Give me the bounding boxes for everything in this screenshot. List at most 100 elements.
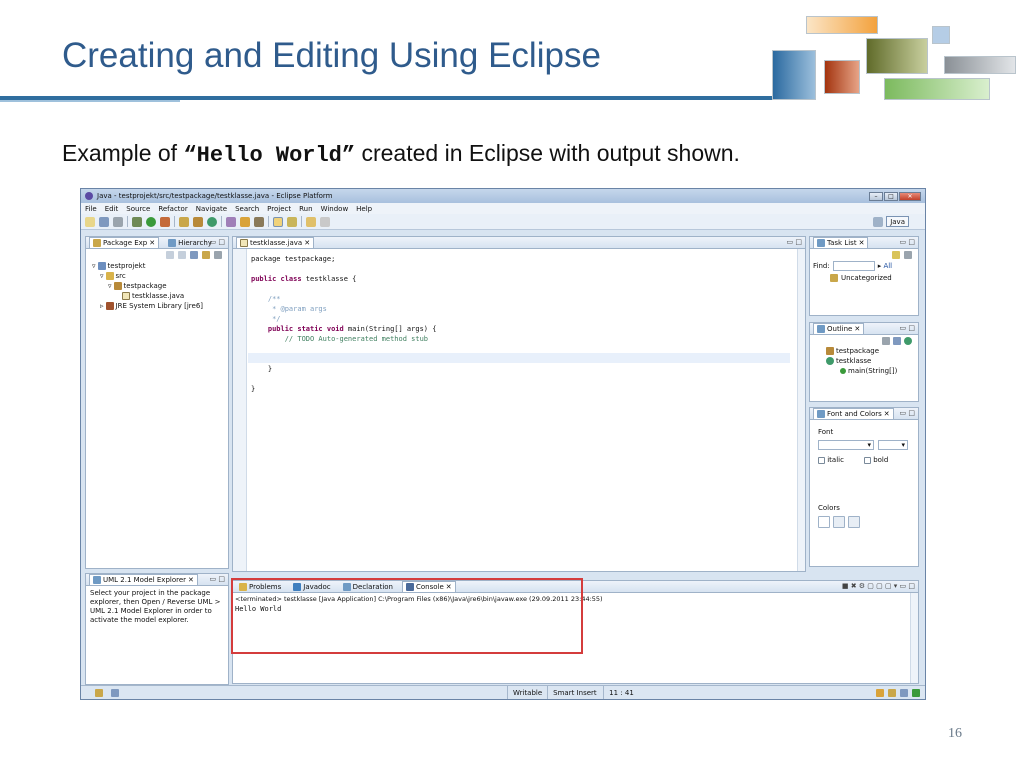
new-class-icon[interactable]: [207, 216, 217, 227]
menu-window[interactable]: Window: [321, 205, 349, 213]
close-button[interactable]: ✕: [899, 191, 921, 201]
menu-search[interactable]: Search: [235, 205, 259, 213]
open-type-icon[interactable]: [226, 216, 236, 227]
view-controls[interactable]: ▭ □: [900, 238, 915, 246]
all-button[interactable]: ▸ All: [878, 262, 892, 270]
view-menu-icon[interactable]: [214, 251, 222, 259]
forward-icon[interactable]: [178, 251, 186, 259]
find-input[interactable]: [832, 261, 875, 271]
uncategorized-row[interactable]: Uncategorized: [810, 271, 918, 285]
menu-help[interactable]: Help: [356, 205, 372, 213]
line-color-icon[interactable]: [848, 516, 860, 528]
search-icon[interactable]: [240, 216, 250, 227]
run-icon[interactable]: [146, 216, 156, 227]
outline-item[interactable]: testpackage: [826, 346, 918, 356]
java-perspective-button[interactable]: Java: [886, 216, 909, 227]
menu-source[interactable]: Source: [126, 205, 150, 213]
hide-static-icon[interactable]: [904, 336, 912, 345]
minimize-button[interactable]: –: [869, 191, 883, 201]
notification-icon[interactable]: [900, 688, 908, 697]
tab-outline[interactable]: Outline ✕: [813, 323, 865, 334]
fill-color-icon[interactable]: [833, 516, 845, 528]
maximize-button[interactable]: □: [884, 191, 898, 201]
code-area[interactable]: package testpackage; public class testkla…: [251, 254, 436, 394]
menu-project[interactable]: Project: [267, 205, 291, 213]
code-line[interactable]: public static void main(String[] args) {: [251, 324, 437, 334]
code-line[interactable]: // TODO Auto-generated method stub: [251, 334, 436, 344]
debug-icon[interactable]: [132, 216, 142, 227]
collapse-all-icon[interactable]: [190, 251, 198, 259]
code-line[interactable]: */: [251, 314, 436, 324]
outline-item[interactable]: main(String[]): [826, 366, 918, 376]
tab-hierarchy[interactable]: Hierarchy: [165, 237, 215, 248]
back-icon[interactable]: [166, 251, 174, 259]
code-line[interactable]: }: [251, 384, 436, 394]
tree-item[interactable]: ▿ testprojekt: [92, 261, 228, 271]
tab-font-colors-label: Font and Colors: [827, 410, 882, 418]
color-swatch[interactable]: [818, 516, 830, 528]
console-toolbar[interactable]: ■ ✖ ⚙ ▢ ▢ ▢ ▾ ▭ □: [842, 582, 915, 590]
external-tools-icon[interactable]: [160, 216, 170, 227]
code-line[interactable]: [251, 374, 436, 384]
code-line[interactable]: [251, 284, 436, 294]
view-controls[interactable]: ▭ □: [900, 409, 915, 417]
pen-icon[interactable]: [254, 216, 264, 227]
open-perspective-icon[interactable]: [873, 216, 884, 227]
tab-uml-explorer[interactable]: UML 2.1 Model Explorer ✕: [89, 574, 198, 585]
tab-package-explorer[interactable]: Package Exp ✕: [89, 237, 160, 248]
code-line[interactable]: public class testklasse {: [251, 274, 436, 284]
font-family-select[interactable]: ▾: [818, 440, 874, 450]
link-editor-icon[interactable]: [202, 251, 210, 259]
view-controls[interactable]: ▭ □: [787, 238, 802, 246]
sort-icon[interactable]: [882, 336, 890, 345]
update-icon[interactable]: [912, 688, 920, 697]
tree-item-label: src: [115, 272, 126, 280]
menu-navigate[interactable]: Navigate: [196, 205, 227, 213]
forward-icon[interactable]: [320, 216, 330, 227]
progress-icon[interactable]: [876, 688, 884, 697]
hide-fields-icon[interactable]: [893, 336, 901, 345]
tree-item[interactable]: ▹ JRE System Library [jre6]: [92, 301, 228, 311]
tree-item[interactable]: ▿ testpackage: [92, 281, 228, 291]
tree-item[interactable]: testklasse.java: [92, 291, 228, 301]
menu-run[interactable]: Run: [299, 205, 312, 213]
view-controls[interactable]: ▭ □: [210, 575, 225, 583]
menu-refactor[interactable]: Refactor: [158, 205, 187, 213]
italic-checkbox[interactable]: italic: [818, 456, 844, 464]
font-style-row: italic bold: [818, 456, 910, 464]
tree-item[interactable]: ▿ src: [92, 271, 228, 281]
view-controls[interactable]: ▭ □: [900, 324, 915, 332]
tab-font-colors[interactable]: Font and Colors ✕: [813, 408, 894, 419]
menubar: File Edit Source Refactor Navigate Searc…: [81, 203, 925, 214]
fast-view-icon[interactable]: [95, 688, 103, 697]
code-line[interactable]: }: [251, 364, 436, 374]
save-icon[interactable]: [99, 216, 109, 227]
annotation-icon[interactable]: [273, 216, 283, 227]
task-find-row: Find: ▸ All: [810, 261, 918, 271]
back-icon[interactable]: [306, 216, 316, 227]
find-label: Find:: [813, 262, 830, 270]
menu-file[interactable]: File: [85, 205, 97, 213]
view-controls[interactable]: ▭ □: [210, 238, 225, 246]
new-task-icon[interactable]: [892, 251, 900, 259]
new-package-icon[interactable]: [193, 216, 203, 227]
new-window-icon[interactable]: [111, 688, 119, 697]
menu-edit[interactable]: Edit: [105, 205, 119, 213]
font-size-select[interactable]: ▾: [878, 440, 908, 450]
bold-checkbox[interactable]: bold: [863, 456, 888, 464]
tab-editor-file[interactable]: testklasse.java ✕: [236, 237, 315, 248]
code-line[interactable]: [251, 264, 436, 274]
outline-item[interactable]: testklasse: [826, 356, 918, 366]
print-icon[interactable]: [113, 216, 123, 227]
new-java-project-icon[interactable]: [179, 216, 189, 227]
tab-task-list[interactable]: Task List ✕: [813, 237, 869, 248]
code-line[interactable]: * @param args: [251, 304, 436, 314]
code-line[interactable]: /**: [251, 294, 436, 304]
editor-scrollbar[interactable]: [797, 249, 805, 571]
new-icon[interactable]: [85, 216, 95, 227]
console-scrollbar[interactable]: [910, 593, 918, 683]
next-annotation-icon[interactable]: [287, 216, 297, 227]
code-line[interactable]: package testpackage;: [251, 254, 436, 264]
task-icon[interactable]: [888, 688, 896, 697]
filter-icon[interactable]: [904, 251, 912, 259]
